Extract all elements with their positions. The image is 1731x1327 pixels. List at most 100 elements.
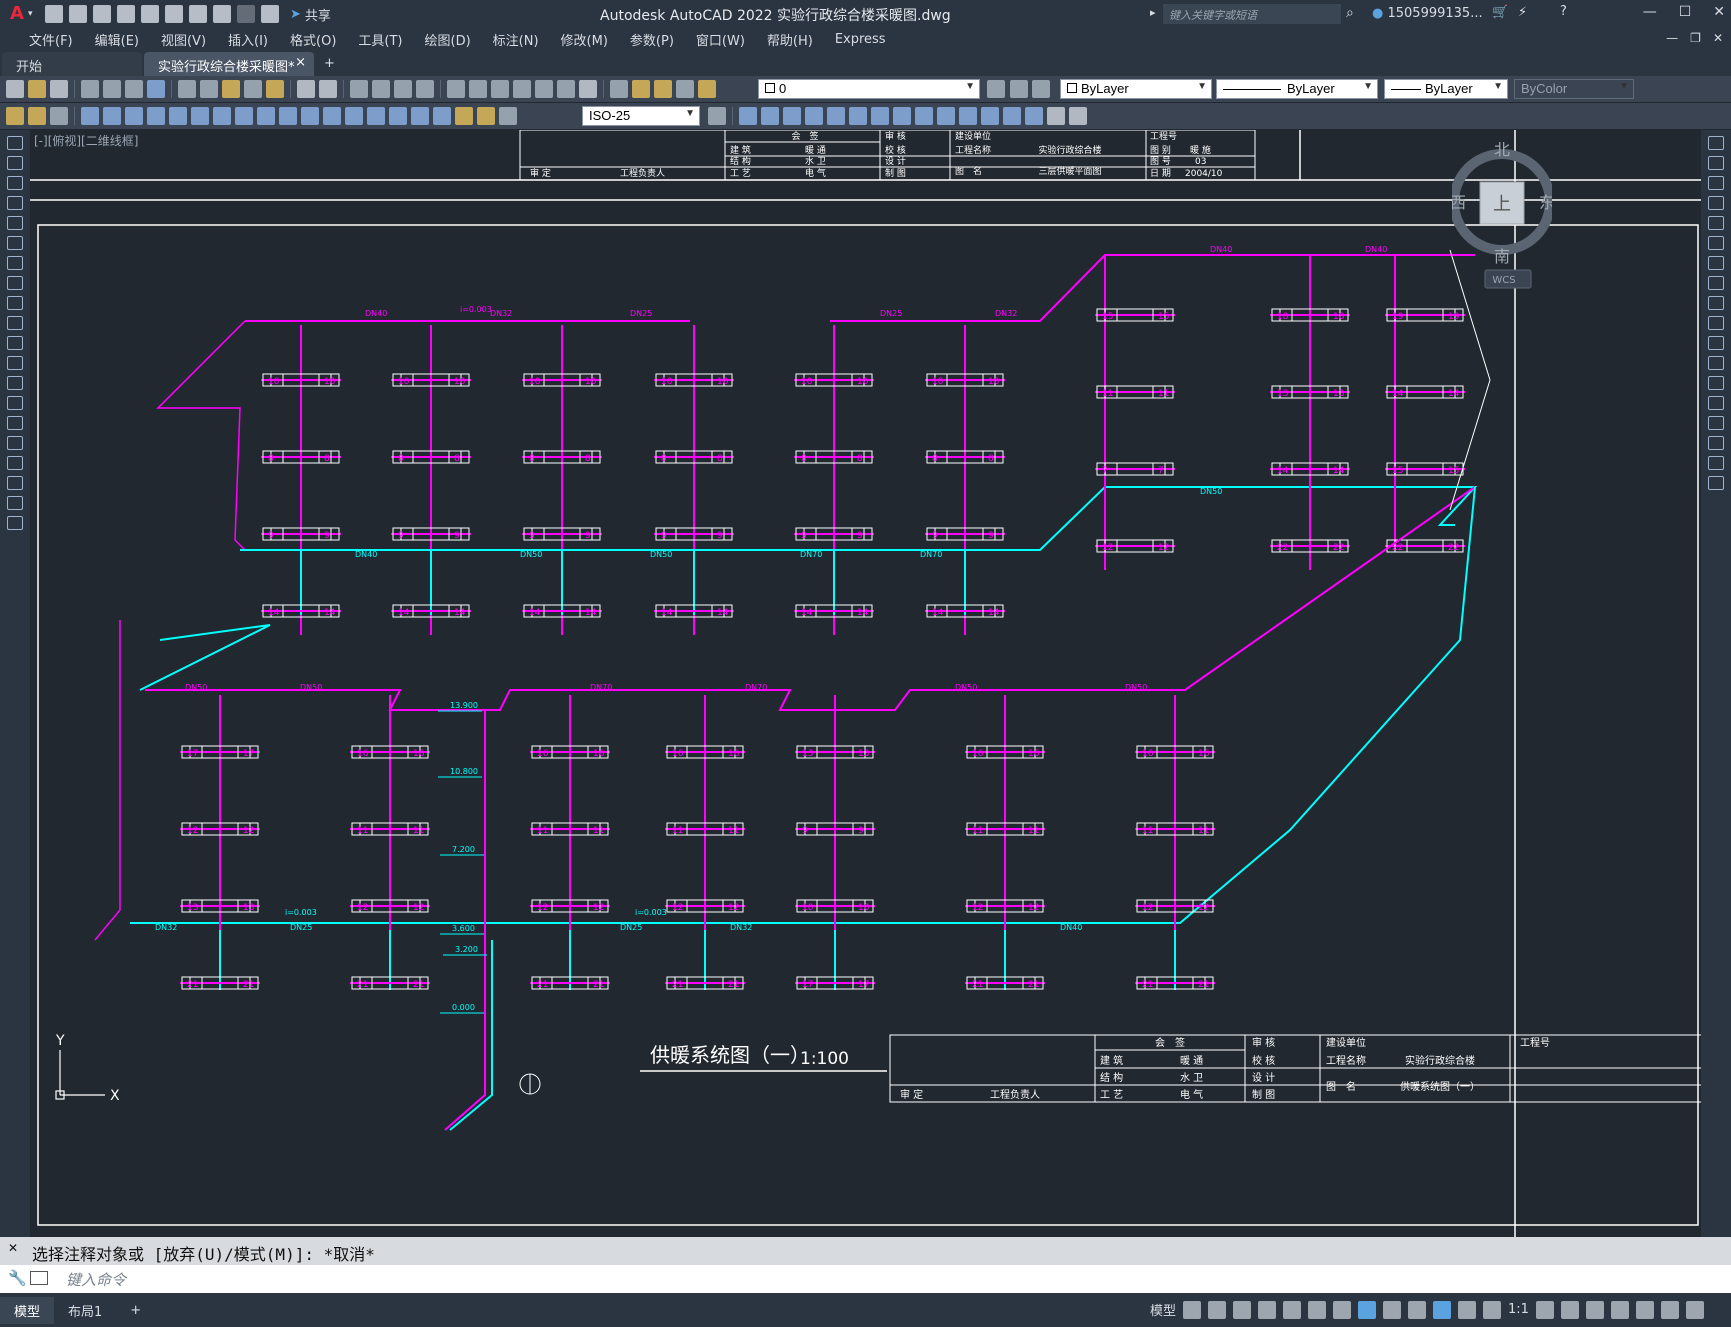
menu-file[interactable]: 文件(F) (18, 30, 84, 49)
redo-icon[interactable] (237, 5, 255, 23)
tb-save-icon[interactable] (50, 80, 68, 98)
menu-help[interactable]: 帮助(H) (756, 30, 824, 49)
arc-icon[interactable] (7, 236, 23, 250)
tb-new-icon[interactable] (6, 80, 24, 98)
units-icon[interactable] (1585, 1300, 1604, 1319)
menu-edit[interactable]: 编辑(E) (84, 30, 150, 49)
menu-draw[interactable]: 绘图(D) (414, 30, 482, 49)
auto-scale-icon[interactable] (1458, 1300, 1477, 1319)
isodraft-icon[interactable] (1308, 1300, 1327, 1319)
dim-continue-icon[interactable] (301, 107, 319, 125)
tb-offset-icon[interactable] (783, 107, 801, 125)
tb-sheet-set-icon[interactable] (513, 80, 531, 98)
make-block-icon[interactable] (7, 376, 23, 390)
tb-3d-print-icon[interactable] (147, 80, 165, 98)
open-web-icon[interactable] (141, 5, 159, 23)
dim-jogged-linear-icon[interactable] (433, 107, 451, 125)
tab-model[interactable]: 模型 (0, 1296, 55, 1324)
menu-express[interactable]: Express (824, 32, 897, 47)
layer-freeze-icon[interactable] (654, 80, 672, 98)
annotation-visibility-icon[interactable] (1433, 1300, 1452, 1319)
tb-undo-icon[interactable] (297, 80, 315, 98)
gradient-icon[interactable] (7, 436, 23, 450)
cart-icon[interactable]: 🛒 (1492, 5, 1508, 20)
dimstyle-dropdown[interactable]: ISO-25 ▼ (582, 106, 700, 126)
tb-design-center-icon[interactable] (469, 80, 487, 98)
tab-start[interactable]: 开始 (2, 52, 142, 76)
tb-markup-icon[interactable] (535, 80, 553, 98)
customize-quick-access-icon[interactable] (261, 5, 279, 23)
tb-block-icon[interactable] (266, 80, 284, 98)
grid-icon[interactable] (1183, 1300, 1202, 1319)
erase-icon[interactable] (1708, 136, 1724, 150)
fillet-icon[interactable] (1708, 436, 1724, 450)
move-icon[interactable] (1708, 236, 1724, 250)
tb-open-icon[interactable] (28, 80, 46, 98)
menu-insert[interactable]: 插入(I) (217, 30, 279, 49)
new-file-icon[interactable] (45, 5, 63, 23)
tb-fillet-icon[interactable] (1025, 107, 1043, 125)
polygon-icon[interactable] (7, 196, 23, 210)
workspace-gear-icon[interactable] (1535, 1300, 1554, 1319)
tab-layout1[interactable]: 布局1 (54, 1297, 116, 1324)
customization-icon[interactable] (1685, 1300, 1704, 1319)
tb-make-current-icon[interactable] (987, 80, 1005, 98)
add-selected-icon[interactable] (7, 516, 23, 530)
menu-view[interactable]: 视图(V) (150, 30, 217, 49)
drawing-canvas[interactable]: [-][俯视][二维线框] 会 签 建 筑 暖 通 结 构 水 卫 工 艺 电 … (30, 130, 1701, 1237)
save-icon[interactable] (93, 5, 111, 23)
dim-tolerance-icon[interactable] (367, 107, 385, 125)
line-icon[interactable] (7, 136, 23, 150)
infer-constraints-icon[interactable] (1233, 1300, 1252, 1319)
extend-icon[interactable] (1708, 336, 1724, 350)
clean-screen-icon[interactable] (1660, 1300, 1679, 1319)
dim-arc-icon[interactable] (125, 107, 143, 125)
search-input[interactable]: 键入关键字或短语 (1163, 4, 1341, 24)
doc-close-button[interactable]: ✕ (1713, 31, 1723, 45)
menu-dimension[interactable]: 标注(N) (482, 30, 550, 49)
dim-baseline-icon[interactable] (279, 107, 297, 125)
point-icon[interactable] (7, 396, 23, 410)
tab-close-icon[interactable]: × (295, 55, 306, 70)
join-icon[interactable] (1708, 396, 1724, 410)
tb-attribute-icon[interactable] (50, 107, 68, 125)
command-settings-icon[interactable]: 🔧 (8, 1269, 27, 1287)
layer-dropdown[interactable]: 0 ▼ (758, 79, 980, 99)
command-input[interactable]: 🔧 键入命令 (0, 1265, 1731, 1293)
array-icon[interactable] (1708, 216, 1724, 230)
lineweight-icon[interactable] (1383, 1300, 1402, 1319)
break-icon[interactable] (1708, 376, 1724, 390)
dim-update-icon[interactable] (499, 107, 517, 125)
command-close-icon[interactable]: ✕ (8, 1241, 18, 1255)
polar-icon[interactable] (1283, 1300, 1302, 1319)
plot-icon[interactable] (189, 5, 207, 23)
annotation-scale-icon[interactable] (1483, 1300, 1502, 1319)
spline-icon[interactable] (7, 296, 23, 310)
dim-text-edit-icon[interactable] (477, 107, 495, 125)
offset-icon[interactable] (1708, 196, 1724, 210)
dim-inspect-icon[interactable] (411, 107, 429, 125)
plus-icon[interactable] (1560, 1300, 1579, 1319)
tab-active-drawing[interactable]: 实验行政综合楼采暖图* × (144, 52, 314, 76)
search-expand-icon[interactable]: ▸ (1150, 6, 1156, 19)
menu-tools[interactable]: 工具(T) (347, 30, 413, 49)
layer-unlock-icon[interactable] (698, 80, 716, 98)
blend-curves-icon[interactable] (1708, 456, 1724, 470)
tb-scale-icon[interactable] (871, 107, 889, 125)
tb-stretch-icon[interactable] (893, 107, 911, 125)
tb-chamfer-icon[interactable] (1003, 107, 1021, 125)
close-button[interactable]: ✕ (1713, 4, 1725, 20)
annotation-scale-value[interactable]: 1:1 (1508, 1302, 1529, 1317)
table-icon[interactable] (7, 476, 23, 490)
rotate-icon[interactable] (1708, 256, 1724, 270)
circle-icon[interactable] (7, 256, 23, 270)
tb-tool-palettes-icon[interactable] (491, 80, 509, 98)
quick-properties-icon[interactable] (1610, 1300, 1629, 1319)
tb-rotate-icon[interactable] (849, 107, 867, 125)
object-snap-tracking-icon[interactable] (1333, 1300, 1352, 1319)
tb-draworder-icon[interactable] (1069, 107, 1087, 125)
tb-join-icon[interactable] (981, 107, 999, 125)
user-account[interactable]: ● 1505999135... (1372, 6, 1483, 21)
revision-cloud-icon[interactable] (7, 276, 23, 290)
menu-format[interactable]: 格式(O) (279, 30, 347, 49)
